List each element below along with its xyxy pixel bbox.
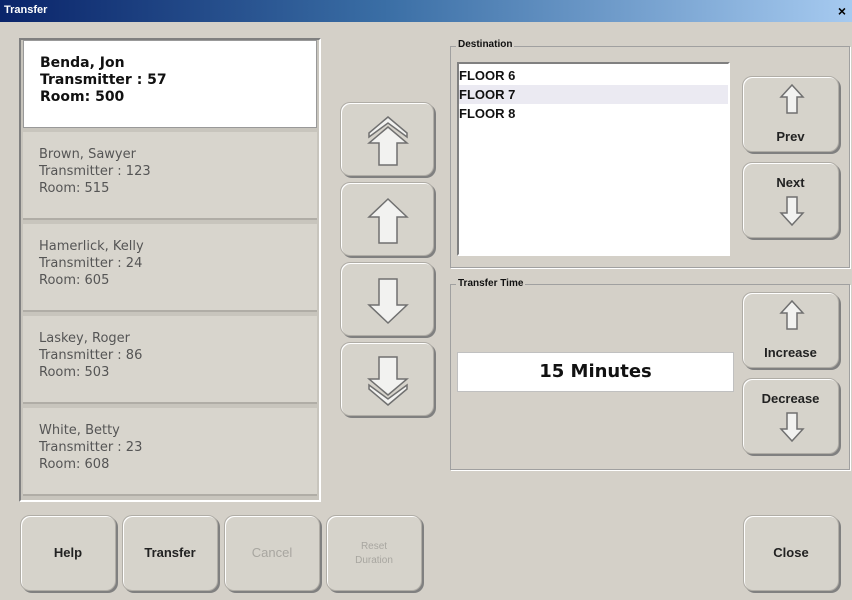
arrow-up-icon xyxy=(779,83,805,114)
patient-item-brown[interactable]: Brown, Sawyer Transmitter : 123 Room: 51… xyxy=(23,132,317,220)
destination-list[interactable]: FLOOR 6 FLOOR 7 FLOOR 8 xyxy=(457,62,730,256)
patient-name: Hamerlick, Kelly xyxy=(39,239,144,254)
close-button[interactable]: Close xyxy=(743,515,839,591)
destination-item-floor7[interactable]: FLOOR 7 xyxy=(459,85,728,104)
scroll-down-button[interactable] xyxy=(340,262,434,336)
patient-name: Benda, Jon xyxy=(40,55,125,71)
cancel-button[interactable]: Cancel xyxy=(224,515,320,591)
window-title: Transfer xyxy=(4,4,48,16)
transfer-window: Benda, Jon Transmitter : 57 Room: 500 Br… xyxy=(0,22,852,600)
destination-label: Destination xyxy=(456,39,515,50)
double-arrow-down-icon xyxy=(367,356,409,406)
arrow-up-icon xyxy=(779,299,805,330)
patient-transmitter: Transmitter : 123 xyxy=(39,164,151,179)
transfer-time-label: Transfer Time xyxy=(456,278,526,289)
prev-label: Prev xyxy=(776,129,805,144)
arrow-down-icon xyxy=(779,412,805,443)
double-arrow-up-icon xyxy=(367,116,409,166)
title-bar: Transfer × xyxy=(0,0,852,22)
patient-room: Room: 605 xyxy=(39,273,110,288)
patient-item-hamerlick[interactable]: Hamerlick, Kelly Transmitter : 24 Room: … xyxy=(23,224,317,312)
increase-button[interactable]: Increase xyxy=(742,292,839,368)
patient-name: White, Betty xyxy=(39,423,120,438)
arrow-down-icon xyxy=(779,196,805,227)
patient-transmitter: Transmitter : 24 xyxy=(39,256,143,271)
prev-button[interactable]: Prev xyxy=(742,76,839,152)
patient-room: Room: 503 xyxy=(39,365,110,380)
transfer-button[interactable]: Transfer xyxy=(122,515,218,591)
next-button[interactable]: Next xyxy=(742,162,839,238)
patient-name: Laskey, Roger xyxy=(39,331,130,346)
reset-duration-line2: Duration xyxy=(355,555,393,566)
close-icon[interactable]: × xyxy=(834,3,850,19)
patient-item-benda[interactable]: Benda, Jon Transmitter : 57 Room: 500 xyxy=(23,40,317,128)
increase-label: Increase xyxy=(764,345,817,360)
help-button[interactable]: Help xyxy=(20,515,116,591)
patient-item-laskey[interactable]: Laskey, Roger Transmitter : 86 Room: 503 xyxy=(23,316,317,404)
transfer-time-value: 15 Minutes xyxy=(457,352,734,392)
patient-transmitter: Transmitter : 57 xyxy=(40,72,167,88)
patient-list[interactable]: Benda, Jon Transmitter : 57 Room: 500 Br… xyxy=(19,38,321,502)
decrease-label: Decrease xyxy=(761,391,820,406)
patient-room: Room: 608 xyxy=(39,457,110,472)
arrow-down-icon xyxy=(367,278,409,325)
patient-name: Brown, Sawyer xyxy=(39,147,136,162)
patient-room: Room: 500 xyxy=(40,89,125,105)
destination-item-floor8[interactable]: FLOOR 8 xyxy=(459,104,728,123)
scroll-bottom-button[interactable] xyxy=(340,342,434,416)
destination-item-floor6[interactable]: FLOOR 6 xyxy=(459,66,728,85)
arrow-up-icon xyxy=(367,197,409,244)
patient-transmitter: Transmitter : 23 xyxy=(39,440,143,455)
patient-transmitter: Transmitter : 86 xyxy=(39,348,143,363)
patient-room: Room: 515 xyxy=(39,181,110,196)
next-label: Next xyxy=(776,175,805,190)
patient-item-white[interactable]: White, Betty Transmitter : 23 Room: 608 xyxy=(23,408,317,496)
scroll-up-button[interactable] xyxy=(340,182,434,256)
decrease-button[interactable]: Decrease xyxy=(742,378,839,454)
reset-duration-button[interactable]: Reset Duration xyxy=(326,515,422,591)
reset-duration-line1: Reset xyxy=(360,541,388,552)
scroll-top-button[interactable] xyxy=(340,102,434,176)
